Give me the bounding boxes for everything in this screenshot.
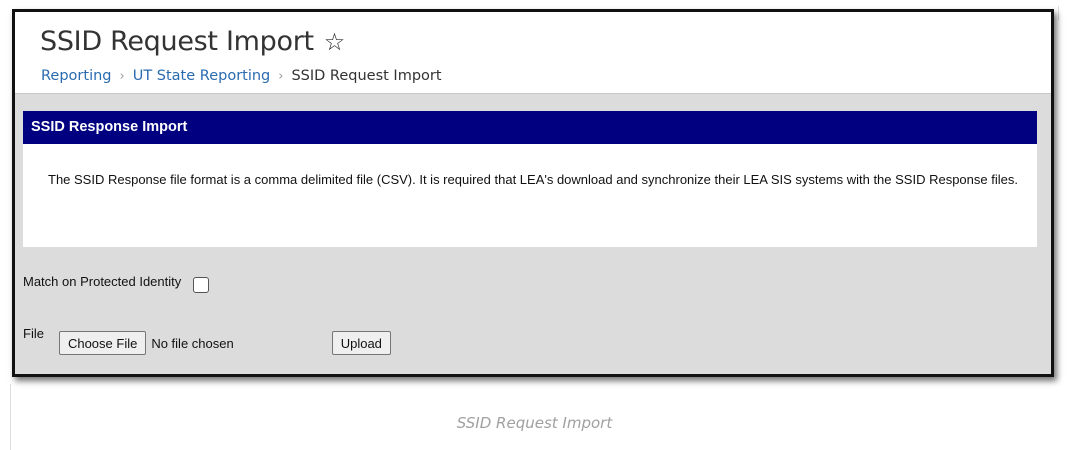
breadcrumb-current: SSID Request Import bbox=[291, 68, 442, 84]
breadcrumb-reporting[interactable]: Reporting bbox=[41, 68, 112, 84]
breadcrumb-ut-state-reporting[interactable]: UT State Reporting bbox=[133, 68, 271, 84]
top-divider bbox=[1058, 6, 1059, 20]
panel-heading: SSID Response Import bbox=[23, 111, 1037, 144]
identity-label: Match on Protected Identity bbox=[23, 274, 182, 289]
identity-row: Match on Protected Identity bbox=[23, 273, 210, 293]
breadcrumb-separator-icon: › bbox=[119, 68, 125, 84]
breadcrumb: Reporting › UT State Reporting › SSID Re… bbox=[41, 68, 442, 84]
image-caption: SSID Request Import bbox=[456, 414, 613, 432]
content-area: SSID Response Import The SSID Response f… bbox=[15, 94, 1051, 374]
upload-button[interactable]: Upload bbox=[331, 331, 391, 355]
file-row: File Choose File No file chosen Upload bbox=[23, 326, 391, 355]
import-panel: SSID Response Import The SSID Response f… bbox=[23, 111, 1037, 247]
choose-file-button[interactable]: Choose File bbox=[58, 331, 147, 355]
page-header: SSID Request Import ☆ Reporting › UT Sta… bbox=[15, 12, 1051, 94]
page-title: SSID Request Import bbox=[40, 26, 314, 57]
screenshot-frame: SSID Request Import ☆ Reporting › UT Sta… bbox=[12, 9, 1054, 377]
no-file-chosen-text: No file chosen bbox=[151, 336, 234, 351]
identity-checkbox[interactable] bbox=[193, 277, 210, 293]
breadcrumb-separator-icon: › bbox=[278, 68, 284, 84]
panel-description: The SSID Response file format is a comma… bbox=[48, 172, 1018, 187]
star-icon[interactable]: ☆ bbox=[324, 28, 346, 56]
file-label: File bbox=[23, 326, 44, 341]
title-row: SSID Request Import ☆ bbox=[40, 26, 345, 57]
